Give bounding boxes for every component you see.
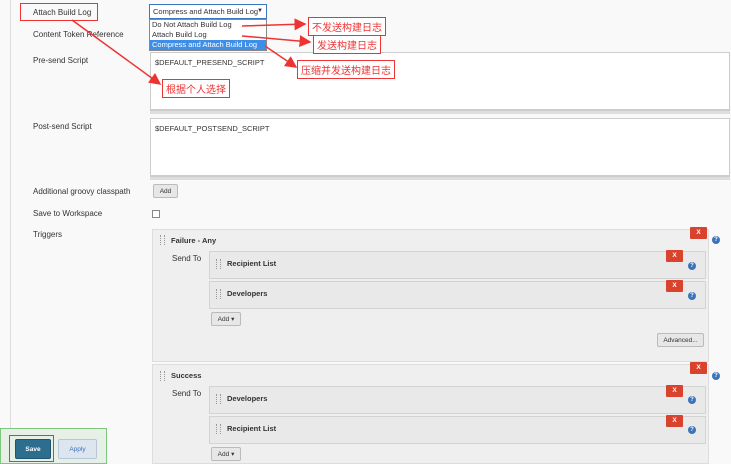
- annotation-personal-choice: 根据个人选择: [162, 79, 230, 98]
- annotation-no-log: 不发送构建日志: [308, 17, 386, 36]
- annotation-compress-log: 压缩并发送构建日志: [297, 60, 395, 79]
- annotation-send-log: 发送构建日志: [313, 35, 381, 54]
